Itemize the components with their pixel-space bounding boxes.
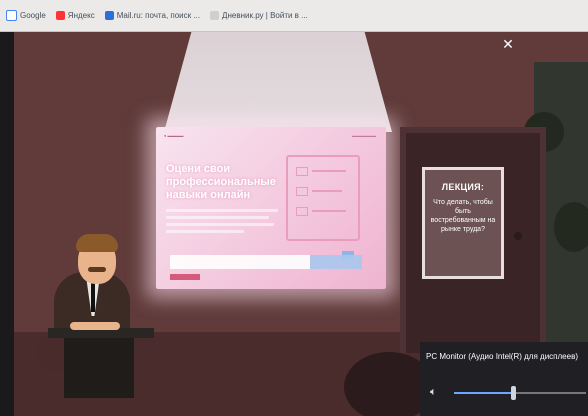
projector-beam — [164, 32, 392, 132]
volume-slider-thumb[interactable] — [511, 386, 517, 400]
bookmark-dnevnik[interactable]: Дневник.ру | Войти в ... — [210, 11, 308, 20]
mailru-icon — [104, 11, 114, 20]
speaker-icon[interactable]: 🔈︎ — [430, 386, 437, 399]
speaker-tie — [91, 282, 95, 312]
checklist-illustration — [286, 155, 360, 241]
poster-heading: ЛЕКЦИЯ: — [441, 182, 485, 192]
close-icon[interactable]: ✕ — [500, 36, 516, 52]
volume-flyout: PC Monitor (Аудио Intel(R) для дисплеев)… — [420, 342, 588, 416]
bookmark-label: Дневник.ру | Войти в ... — [222, 11, 308, 20]
bookmark-yandex[interactable]: Яндекс — [55, 11, 95, 20]
dnevnik-icon — [210, 11, 220, 20]
speaker-mustache — [88, 267, 106, 272]
volume-slider-fill — [454, 392, 514, 394]
lecture-poster: ЛЕКЦИЯ: Что делать, чтобы быть востребов… — [422, 167, 504, 279]
screen-description-lines — [166, 209, 278, 237]
google-icon — [6, 10, 17, 21]
lectern — [64, 338, 134, 398]
speaker-hands — [70, 322, 120, 330]
speaker-hair — [76, 234, 118, 252]
screen-submit — [310, 255, 362, 269]
audio-device-name: PC Monitor (Аудио Intel(R) для дисплеев) — [426, 352, 578, 361]
poster-text: Что делать, чтобы быть востребованным на… — [430, 199, 496, 233]
bookmark-label: Яндекс — [67, 11, 95, 20]
screen-link: ▬▬▬▬▬▬ — [352, 133, 376, 138]
screen-title: Оцени свои профессиональные навыки онлай… — [166, 163, 276, 201]
screen-red-button — [170, 274, 200, 280]
bookmark-google[interactable]: Google — [6, 10, 46, 21]
volume-row: 🔈︎ — [428, 386, 586, 400]
volume-slider[interactable] — [454, 386, 586, 400]
bookmark-label: Google — [20, 11, 46, 20]
bookmarks-bar: Google Яндекс Mail.ru: почта, поиск ... … — [0, 0, 588, 32]
door-knob — [514, 232, 522, 240]
screen-logo: ● ▬▬▬▬ — [164, 133, 184, 138]
bookmark-label: Mail.ru: почта, поиск ... — [116, 11, 201, 20]
bookmark-mailru[interactable]: Mail.ru: почта, поиск ... — [104, 11, 201, 20]
screen-form — [170, 255, 362, 269]
projection-screen: ● ▬▬▬▬ ▬▬▬▬▬▬ Оцени свои профессиональны… — [156, 127, 386, 289]
yandex-icon — [55, 11, 65, 20]
